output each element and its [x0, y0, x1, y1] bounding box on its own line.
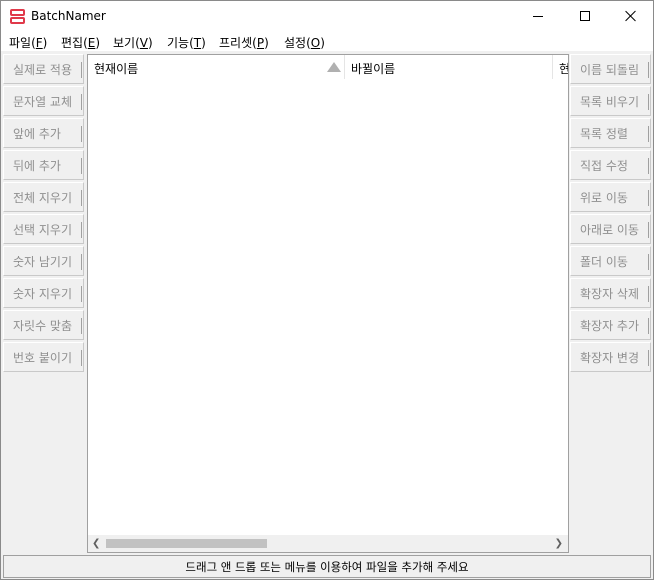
move-up-button[interactable]: 위로 이동: [570, 182, 651, 212]
menu-settings[interactable]: 설정(O): [284, 34, 325, 51]
sort-ascending-icon: [327, 62, 341, 72]
move-down-button[interactable]: 아래로 이동: [570, 214, 651, 244]
menu-edit[interactable]: 편집(E): [61, 34, 100, 51]
add-prefix-button[interactable]: 앞에 추가: [3, 118, 84, 148]
column-header-label: 현: [559, 62, 568, 76]
add-suffix-button[interactable]: 뒤에 추가: [3, 150, 84, 180]
apply-rename-button[interactable]: 실제로 적용: [3, 54, 84, 84]
batchnamer-app-icon: [10, 9, 25, 24]
status-bar: 드래그 앤 드롭 또는 메뉴를 이용하여 파일을 추가해 주세요: [3, 555, 651, 578]
clear-list-button[interactable]: 목록 비우기: [570, 86, 651, 116]
close-button[interactable]: [608, 1, 654, 31]
maximize-button[interactable]: [562, 1, 608, 31]
clear-selection-button[interactable]: 선택 지우기: [3, 214, 84, 244]
change-extension-button[interactable]: 확장자 변경: [570, 342, 651, 372]
chevron-left-icon[interactable]: ❮: [92, 538, 100, 549]
main-window: BatchNamer 파일(F) 편집(E) 보기(V) 기능(T) 프리셋(P…: [0, 0, 654, 580]
undo-rename-button[interactable]: 이름 되돌림: [570, 54, 651, 84]
column-header-label: 바뀔이름: [351, 62, 396, 76]
horizontal-scrollbar[interactable]: ❮ ❯: [88, 535, 568, 552]
edit-directly-button[interactable]: 직접 수정: [570, 150, 651, 180]
column-header-label: 현재이름: [94, 62, 139, 76]
status-message: 드래그 앤 드롭 또는 메뉴를 이용하여 파일을 추가해 주세요: [185, 559, 469, 574]
menu-bar: 파일(F) 편집(E) 보기(V) 기능(T) 프리셋(P) 설정(O): [1, 31, 653, 51]
menu-presets[interactable]: 프리셋(P): [219, 34, 269, 51]
menu-tools[interactable]: 기능(T): [167, 34, 206, 51]
close-icon: [625, 10, 637, 22]
scrollbar-thumb[interactable]: [106, 539, 267, 548]
column-header-new-name[interactable]: 바뀔이름: [344, 55, 552, 79]
add-numbering-button[interactable]: 번호 붙이기: [3, 342, 84, 372]
maximize-icon: [580, 11, 590, 21]
clear-all-button[interactable]: 전체 지우기: [3, 182, 84, 212]
minimize-icon: [533, 15, 543, 17]
menu-view[interactable]: 보기(V): [113, 34, 153, 51]
pad-digits-button[interactable]: 자릿수 맞춤: [3, 310, 84, 340]
menu-file[interactable]: 파일(F): [9, 34, 47, 51]
keep-numbers-button[interactable]: 숫자 남기기: [3, 246, 84, 276]
window-title: BatchNamer: [31, 9, 106, 23]
add-extension-button[interactable]: 확장자 추가: [570, 310, 651, 340]
column-header-current-name[interactable]: 현재이름: [88, 55, 344, 79]
file-list[interactable]: 현재이름 바뀔이름 현 ❮ ❯: [87, 54, 569, 553]
title-bar[interactable]: BatchNamer: [1, 1, 653, 31]
delete-extension-button[interactable]: 확장자 삭제: [570, 278, 651, 308]
sort-list-button[interactable]: 목록 정렬: [570, 118, 651, 148]
minimize-button[interactable]: [515, 1, 561, 31]
column-header-truncated[interactable]: 현: [552, 55, 568, 79]
remove-numbers-button[interactable]: 숫자 지우기: [3, 278, 84, 308]
chevron-right-icon[interactable]: ❯: [555, 538, 563, 549]
replace-string-button[interactable]: 문자열 교체: [3, 86, 84, 116]
move-folder-button[interactable]: 폴더 이동: [570, 246, 651, 276]
